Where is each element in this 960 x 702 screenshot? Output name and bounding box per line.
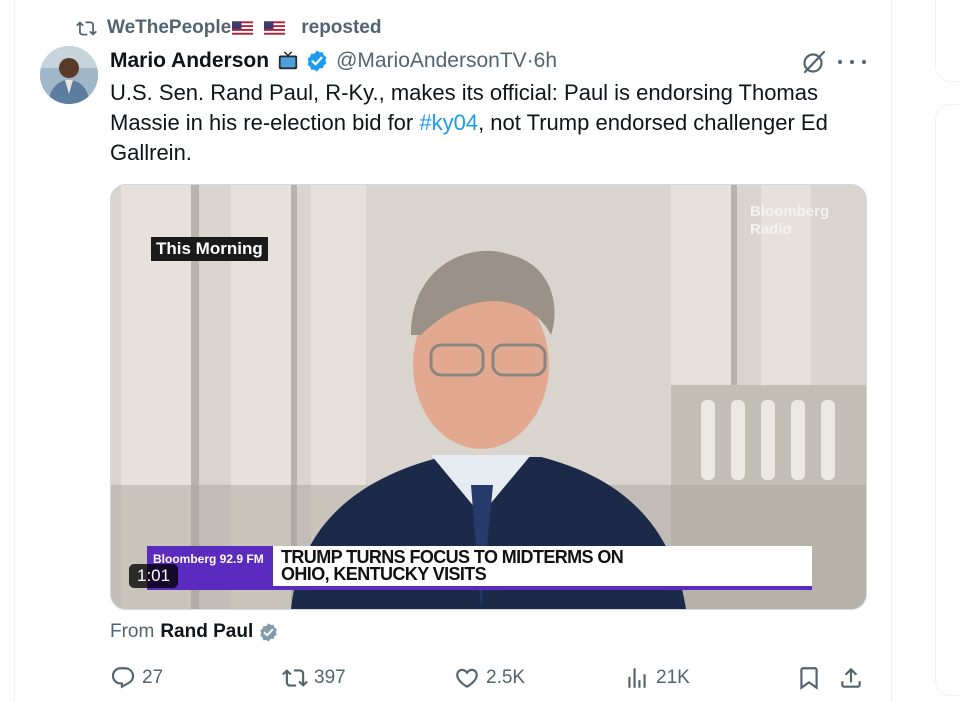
tweet-text: U.S. Sen. Rand Paul, R-Ky., makes its of… <box>110 78 870 168</box>
views-chart-icon <box>628 668 646 688</box>
author-handle[interactable]: @MarioAndersonTV <box>336 49 527 73</box>
repost-label: reposted <box>301 17 382 38</box>
repost-user[interactable]: WeThePeople <box>107 17 231 39</box>
sidebar-card-top <box>935 0 960 82</box>
video-duration: 1:01 <box>129 564 179 588</box>
sidebar-card <box>935 104 960 696</box>
repost-icon <box>282 669 308 687</box>
reply-button[interactable]: 27 <box>110 662 163 694</box>
avatar-photo <box>40 46 98 104</box>
video-attribution: From Rand Paul <box>110 619 279 645</box>
tweet-actions: 27 397 2.5K 21K <box>110 662 870 694</box>
repost-button[interactable]: 397 <box>282 662 346 694</box>
author-name[interactable]: Mario Anderson <box>110 49 269 73</box>
video-player[interactable]: Bloomberg Radio This Morning Bloomberg 9… <box>110 184 867 610</box>
views-button[interactable]: 21K <box>624 662 690 694</box>
share-icon <box>841 667 861 688</box>
more-options-icon[interactable] <box>838 52 866 72</box>
author-avatar[interactable] <box>40 46 98 104</box>
reply-count: 27 <box>142 667 164 688</box>
tv-icon <box>278 51 298 70</box>
bookmark-button[interactable] <box>796 662 828 694</box>
tweet-time[interactable]: 6h <box>534 49 557 73</box>
show-label: This Morning <box>151 237 268 261</box>
tweet-header: Mario Anderson @MarioAndersonTV · 6h <box>110 45 557 77</box>
from-prefix: From <box>110 621 155 642</box>
share-button[interactable] <box>838 662 870 694</box>
time-separator: · <box>526 49 534 72</box>
bloomberg-radio-logo: Bloomberg Radio <box>750 203 830 239</box>
verified-badge-icon[interactable] <box>305 49 329 73</box>
hashtag-link[interactable]: #ky04 <box>419 110 478 135</box>
repost-icon <box>76 20 97 36</box>
like-count: 2.5K <box>486 667 526 688</box>
logo-line-1: Bloomberg <box>750 203 830 220</box>
from-account-name[interactable]: Rand Paul <box>160 621 253 643</box>
timeline-right-border <box>891 0 892 702</box>
heart-icon <box>456 668 478 688</box>
us-flag-icon <box>232 20 254 36</box>
grok-icon[interactable] <box>800 48 828 76</box>
logo-line-2: Radio <box>750 221 792 238</box>
repost-context[interactable]: WeThePeople reposted <box>76 14 381 42</box>
timeline-left-border <box>14 0 15 702</box>
reply-icon <box>111 667 135 689</box>
repost-count: 397 <box>314 667 346 688</box>
us-flag-icon <box>264 20 286 36</box>
news-ticker: Bloomberg 92.9 FM TRUMP TURNS FOCUS TO M… <box>147 546 812 590</box>
like-button[interactable]: 2.5K <box>454 662 525 694</box>
bookmark-icon <box>800 667 818 690</box>
government-badge-icon[interactable] <box>258 622 279 643</box>
view-count: 21K <box>656 667 690 688</box>
ticker-headline: TRUMP TURNS FOCUS TO MIDTERMS ON OHIO, K… <box>273 546 812 590</box>
headline-line-2: OHIO, KENTUCKY VISITS <box>281 564 487 584</box>
